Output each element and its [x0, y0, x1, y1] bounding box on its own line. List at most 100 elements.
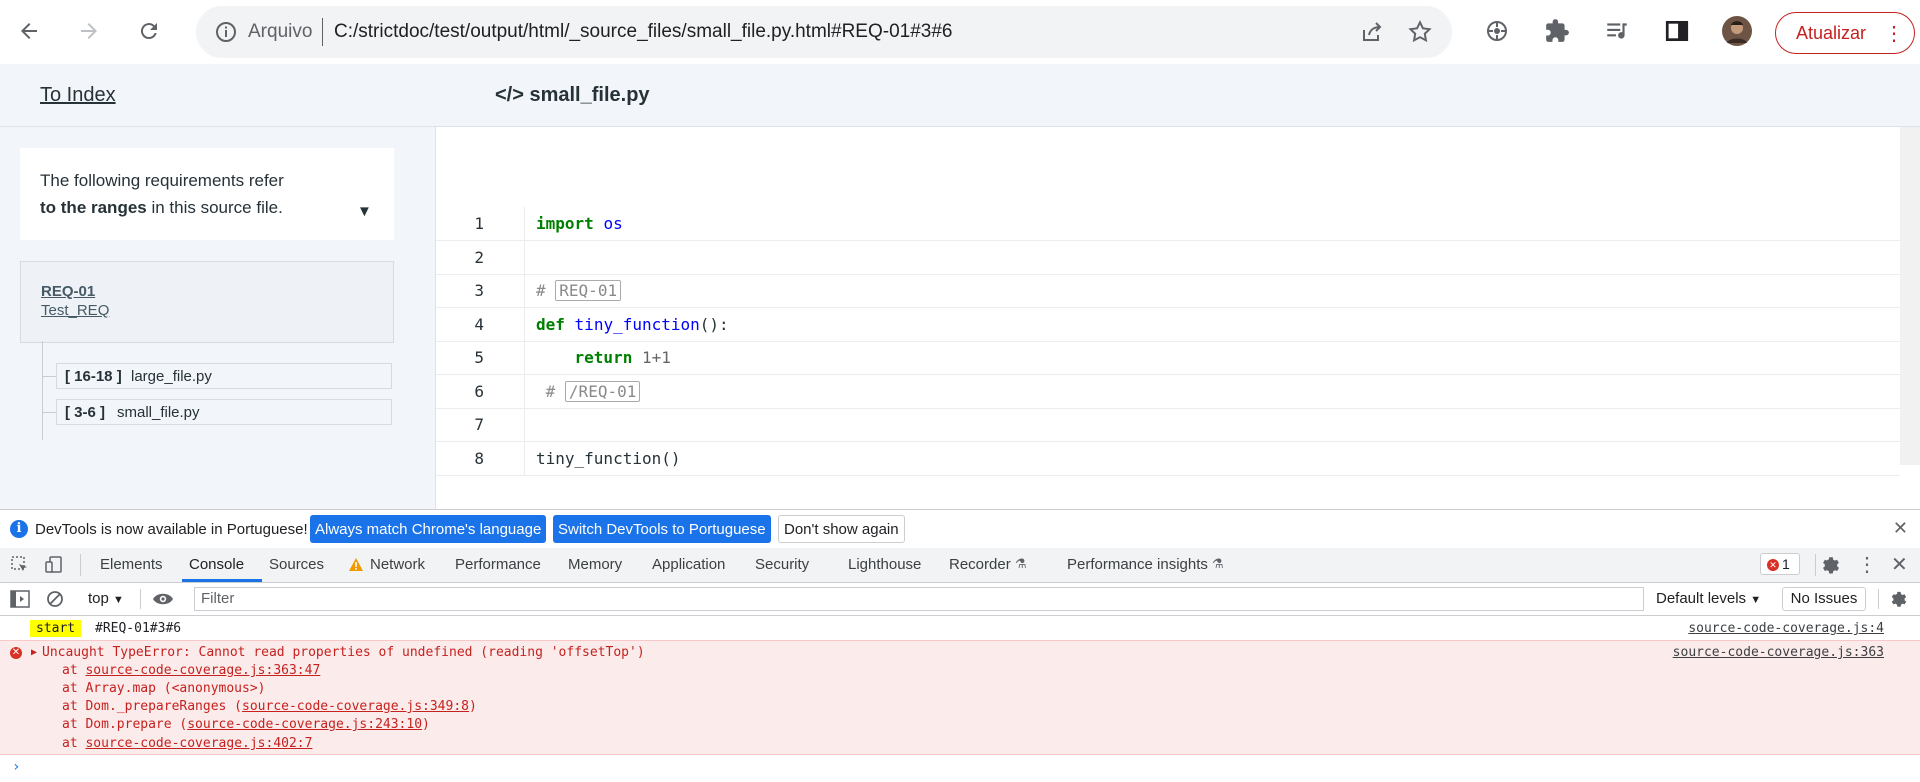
tab-performance-insights[interactable]: Performance insights	[1067, 556, 1208, 573]
req-range-start-marker[interactable]: REQ-01	[555, 280, 622, 301]
console-settings-gear-icon[interactable]	[1889, 589, 1909, 609]
close-icon[interactable]: ✕	[1893, 518, 1908, 539]
context-selector[interactable]: top ▼	[88, 590, 124, 607]
intro-text-bold: to the ranges	[40, 198, 147, 217]
stack-frame-link[interactable]: source-code-coverage.js:349:8	[242, 699, 469, 714]
toolbar-divider	[1815, 554, 1816, 576]
devtools-more-icon[interactable]: ⋮	[1857, 552, 1877, 577]
close-devtools-icon[interactable]: ✕	[1891, 552, 1908, 577]
stack-frame-link[interactable]: source-code-coverage.js:402:7	[85, 736, 312, 751]
range-item-large-file[interactable]: [ 16-18 ] large_file.py	[56, 363, 392, 389]
collapse-toggle-icon[interactable]: ▼	[357, 203, 372, 220]
function-name: tiny_function	[574, 315, 700, 334]
settings-gear-icon[interactable]	[1820, 554, 1842, 576]
update-button[interactable]: Atualizar ⋮	[1775, 12, 1915, 54]
console-toolbar: top ▼ Filter Default levels ▼ No Issues	[0, 583, 1920, 616]
inspect-element-icon[interactable]	[10, 555, 30, 575]
url-text[interactable]: C:/strictdoc/test/output/html/_source_fi…	[334, 21, 952, 43]
experimental-flask-icon: ⚗	[1015, 556, 1027, 571]
error-source-link[interactable]: source-code-coverage.js:363	[1673, 645, 1884, 660]
device-toolbar-icon[interactable]	[44, 555, 64, 575]
module-name: os	[603, 214, 623, 233]
code-gutter	[524, 442, 525, 475]
page-header: To Index </> small_file.py	[0, 64, 1920, 127]
intro-text-rest: in this source file.	[146, 198, 283, 217]
active-tab-indicator	[182, 579, 262, 582]
stack-frame: at Array.map (<anonymous>)	[62, 681, 266, 696]
tab-recorder[interactable]: Recorder	[949, 556, 1011, 573]
extension-tracker-icon[interactable]	[1480, 14, 1514, 48]
log-levels-dropdown[interactable]: Default levels ▼	[1656, 590, 1761, 607]
reload-icon[interactable]	[132, 14, 166, 48]
show-sidebar-icon[interactable]	[10, 590, 30, 608]
chevron-down-icon: ▼	[1750, 594, 1762, 606]
console-prompt-icon[interactable]: ›	[12, 759, 20, 775]
tab-sources[interactable]: Sources	[269, 556, 324, 573]
profile-avatar-icon[interactable]	[1720, 14, 1754, 48]
bookmark-star-icon[interactable]	[1407, 19, 1433, 45]
extensions-puzzle-icon[interactable]	[1540, 14, 1574, 48]
error-count-badge[interactable]: ✕ 1	[1760, 553, 1800, 575]
line-number: 7	[474, 415, 484, 434]
stack-frame-link[interactable]: source-code-coverage.js:363:47	[85, 663, 320, 678]
log-source-link[interactable]: source-code-coverage.js:4	[1688, 621, 1884, 636]
back-icon[interactable]	[12, 14, 46, 48]
more-menu-icon[interactable]: ⋮	[1884, 21, 1904, 46]
code-line: 7	[436, 408, 1900, 442]
side-panel-icon[interactable]	[1660, 14, 1694, 48]
switch-language-button[interactable]: Switch DevTools to Portuguese	[553, 515, 771, 543]
stack-frame: at source-code-coverage.js:363:47	[62, 663, 320, 678]
dont-show-again-button[interactable]: Don't show again	[778, 515, 905, 543]
tab-security[interactable]: Security	[755, 556, 809, 573]
devtools-tabbar: Elements Console Sources Network Perform…	[0, 548, 1920, 583]
intro-text-line2: to the ranges in this source file.	[40, 198, 283, 218]
expand-triangle-icon[interactable]: ▶	[31, 647, 37, 658]
url-scheme: Arquivo	[248, 21, 313, 42]
error-text: Uncaught TypeError: Cannot read properti…	[42, 645, 645, 660]
code-gutter	[524, 408, 525, 441]
stack-frame: at Dom.prepare (source-code-coverage.js:…	[62, 717, 430, 732]
error-icon: ✕	[1767, 559, 1779, 572]
forward-icon[interactable]	[72, 14, 106, 48]
warning-icon	[349, 558, 363, 571]
range-lines: [ 16-18 ]	[65, 368, 122, 385]
live-expression-eye-icon[interactable]	[152, 591, 174, 607]
tab-lighthouse[interactable]: Lighthouse	[848, 556, 921, 573]
intro-text-line1: The following requirements refer	[40, 171, 284, 190]
console-output: start #REQ-01#3#6 source-code-coverage.j…	[0, 616, 1920, 782]
console-filter-input[interactable]: Filter	[194, 587, 1644, 611]
to-index-link[interactable]: To Index	[40, 84, 116, 107]
code-scrollbar[interactable]	[1900, 127, 1920, 465]
range-tree-line	[42, 341, 43, 440]
range-tree-branch	[42, 376, 56, 377]
clear-console-icon[interactable]	[46, 590, 64, 608]
requirements-sidebar: The following requirements refer to the …	[0, 127, 436, 509]
tab-performance[interactable]: Performance	[455, 556, 541, 573]
media-playlist-icon[interactable]	[1600, 14, 1634, 48]
issues-button[interactable]: No Issues	[1782, 587, 1866, 611]
code-line: 6 # /REQ-01	[436, 375, 1900, 409]
match-language-button[interactable]: Always match Chrome's language	[310, 515, 547, 543]
share-icon[interactable]	[1360, 20, 1384, 44]
requirement-title[interactable]: Test_REQ	[41, 302, 109, 319]
tab-memory[interactable]: Memory	[568, 556, 622, 573]
error-count: 1	[1782, 556, 1790, 572]
requirement-uid[interactable]: REQ-01	[41, 283, 95, 300]
comment: #	[536, 281, 546, 300]
range-item-small-file[interactable]: [ 3-6 ] small_file.py	[56, 399, 392, 425]
req-range-end-marker[interactable]: /REQ-01	[564, 381, 641, 402]
tab-elements[interactable]: Elements	[100, 556, 163, 573]
code-text: # /REQ-01	[536, 381, 641, 402]
site-info-icon[interactable]	[214, 20, 238, 44]
tab-application[interactable]: Application	[652, 556, 725, 573]
stack-frame-link[interactable]: source-code-coverage.js:243:10	[187, 717, 422, 732]
toolbar-divider	[80, 554, 81, 576]
browser-toolbar: Arquivo C:/strictdoc/test/output/html/_s…	[0, 0, 1920, 65]
tab-network[interactable]: Network	[370, 556, 425, 573]
source-code-view: 1 import os 2 3 # REQ-01 4 def tiny_func…	[436, 127, 1920, 509]
code-line: 4 def tiny_function():	[436, 308, 1900, 342]
address-bar[interactable]: Arquivo C:/strictdoc/test/output/html/_s…	[196, 6, 1452, 58]
stack-frame-suffix: )	[422, 717, 430, 732]
tab-console[interactable]: Console	[189, 556, 244, 573]
requirement-card[interactable]: REQ-01 Test_REQ	[20, 261, 394, 343]
